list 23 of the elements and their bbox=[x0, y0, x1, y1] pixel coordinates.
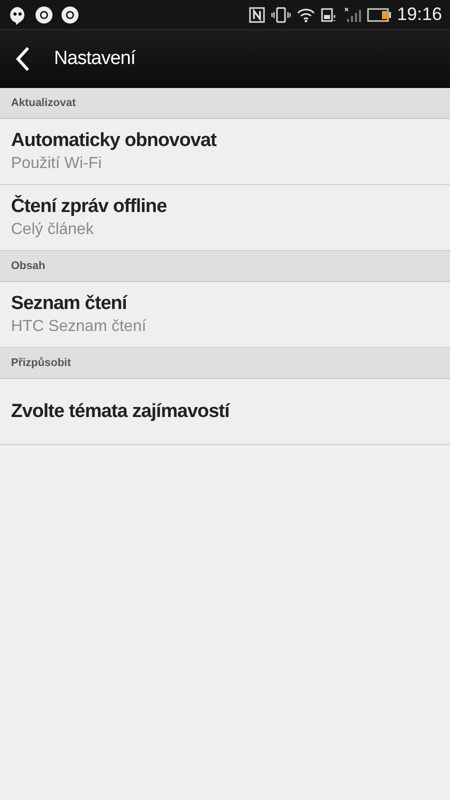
no-signal-icon bbox=[342, 6, 361, 22]
item-summary: HTC Seznam čtení bbox=[11, 316, 148, 336]
browser-icon bbox=[60, 4, 80, 24]
wifi-icon bbox=[296, 6, 315, 22]
settings-item[interactable]: Automaticky obnovovat Použití Wi-Fi bbox=[0, 119, 450, 185]
status-time: 19:16 bbox=[396, 3, 442, 26]
nfc-icon bbox=[248, 6, 265, 22]
section-title: Obsah bbox=[11, 258, 46, 274]
item-summary: Celý článek bbox=[11, 220, 95, 240]
item-title: Seznam čtení bbox=[11, 292, 129, 316]
section-title: Přizpůsobit bbox=[11, 356, 71, 371]
section-title: Aktualizovat bbox=[11, 96, 76, 111]
back-icon bbox=[15, 46, 31, 72]
item-title: Zvolte témata zajímavostí bbox=[11, 400, 232, 424]
item-title: Automaticky obnovovat bbox=[11, 128, 218, 152]
vibrate-icon bbox=[270, 6, 291, 22]
browser-icon bbox=[34, 4, 54, 24]
settings-item[interactable]: Zvolte témata zajímavostí bbox=[0, 379, 450, 445]
battery-icon bbox=[366, 8, 391, 22]
sd-card-icon bbox=[320, 6, 337, 22]
screen-title: Nastavení bbox=[54, 46, 136, 71]
item-summary: Použití Wi-Fi bbox=[11, 154, 103, 174]
item-title: Čtení zpráv offline bbox=[11, 194, 168, 218]
